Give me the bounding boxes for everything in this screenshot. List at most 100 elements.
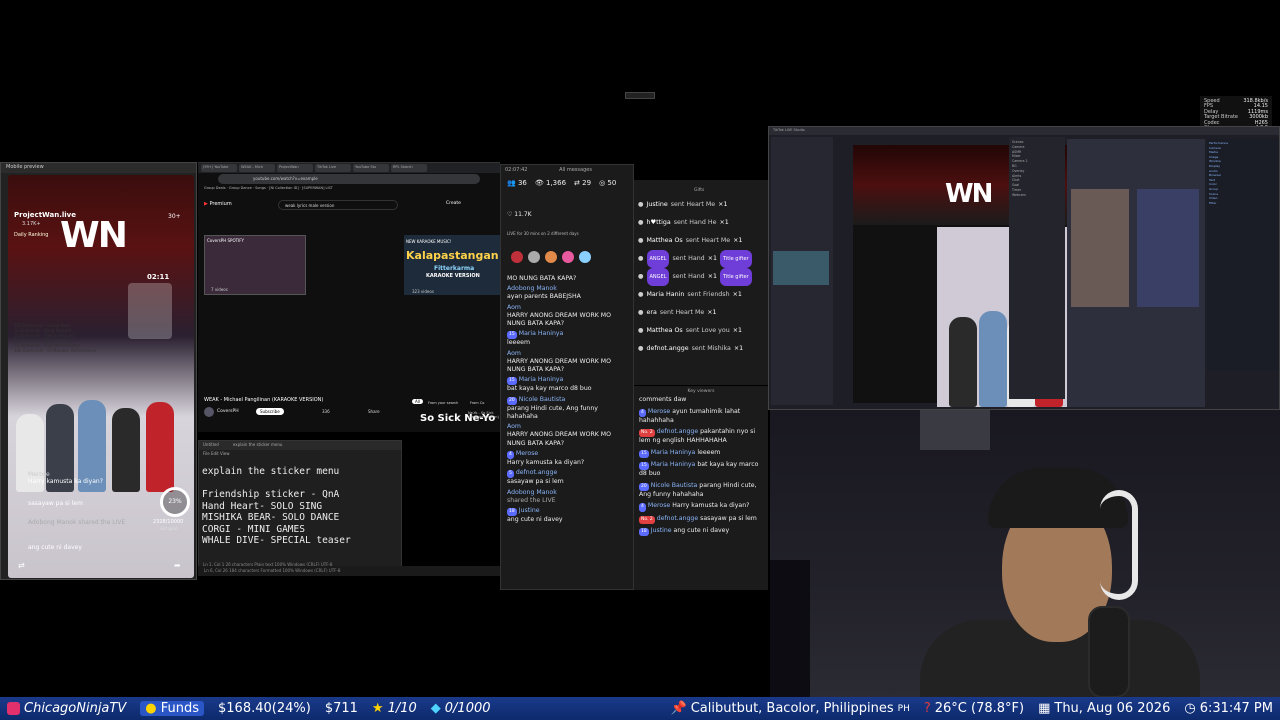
right-item[interactable]: Filter [1209, 201, 1277, 206]
chat-text: shared the LIVE [507, 496, 556, 504]
gift-text: sent Friendsh [687, 291, 730, 298]
gift-tag: ANGEL [646, 250, 670, 268]
phone-stream-view: ProjectWan.live 3.17K+ Daily Ranking 30+… [8, 175, 194, 578]
gift-item: ● defnot.angge sent Mishika ×1 [638, 340, 764, 358]
search-input[interactable]: weak lyrics male version [278, 200, 398, 210]
chat-text: HARRY ANONG DREAM WORK MO NUNG BATA KAPA… [507, 357, 611, 374]
gift-count: ×1 [707, 255, 717, 262]
corgi-icon [545, 251, 557, 263]
key-viewer-name[interactable]: Justine [651, 527, 674, 534]
whale-icon [579, 251, 591, 263]
youtube-icon[interactable]: ▶ [204, 201, 208, 207]
lamp [920, 410, 990, 450]
filter-all[interactable]: All [412, 399, 423, 404]
browser-tab[interactable]: TikTok Live [315, 164, 351, 172]
filter-from[interactable]: From Co [470, 401, 484, 405]
key-viewer-name[interactable]: Merose [648, 408, 672, 415]
side-video-meta: Ne-Yo - So Sick (Karaoke version) [468, 411, 499, 419]
gift-text: sent Mishika [691, 345, 731, 352]
key-viewer-name[interactable]: Maria Haninya [651, 461, 698, 468]
gift-item: ● h♥ttiga sent Hand He ×1 [638, 214, 764, 232]
window-handle[interactable] [625, 92, 655, 99]
karaoke-thumbnail[interactable]: NEW KARAOKE MUSIC! Kalapastangan Fitterk… [404, 235, 500, 295]
playlist-thumbnail[interactable]: CoversPH SPOTIFY 7 videos [204, 235, 306, 295]
gift-count: ×1 [719, 219, 729, 226]
browser-tab[interactable]: ProjectWan [277, 164, 313, 172]
key-viewer-name[interactable]: defnot.angge [657, 515, 700, 522]
address-bar[interactable]: youtube.com/watch?v=example [218, 174, 480, 184]
browser-tab[interactable]: (99+) YouTube [201, 164, 237, 172]
notepad-tab-2[interactable]: explain the sticker menu [233, 442, 283, 447]
level-badge: 15 [639, 462, 649, 471]
create-button[interactable]: Create [446, 201, 461, 206]
chat-username[interactable]: Aom [507, 304, 521, 311]
chat-username[interactable]: defnot.angge [516, 469, 557, 476]
location-item: 📌 Calibutbut, Bacolor, Philippines PH [670, 701, 910, 716]
key-viewer-name[interactable]: defnot.angge [657, 428, 700, 435]
gift-sender[interactable]: h♥ttiga [647, 214, 671, 232]
level-badge: 18 [507, 508, 517, 517]
gift-sender[interactable]: Matthea Os [647, 232, 683, 250]
level-badge: 4 [639, 408, 646, 417]
channel-avatar[interactable] [204, 407, 214, 417]
gift-avatar: ● [638, 291, 644, 298]
filter-search[interactable]: From your search [428, 401, 458, 405]
star-icon: ★ [371, 701, 384, 716]
like-count[interactable]: 336 [322, 409, 330, 414]
bookmarks-bar[interactable]: Group Deals · Group Dance · Songs · [Ni … [198, 185, 500, 193]
gift-goal-label: Gift goal [160, 526, 177, 531]
browser-tab[interactable]: RPL Search [391, 164, 427, 172]
amount: $711 [324, 701, 358, 716]
daily-ranking[interactable]: Daily Ranking [14, 232, 48, 238]
chat-username[interactable]: Merose [516, 450, 538, 457]
sources-list[interactable]: Scenes Camera ASMR Mixer Camera 2 BG Overlay Al… [1009, 137, 1065, 399]
stream-timer: 02:11 [147, 273, 170, 281]
level-badge: 18 [639, 527, 649, 537]
share-icon[interactable]: ⇄ [18, 561, 25, 570]
notepad-menu[interactable]: File Edit View [199, 450, 401, 458]
gift-avatar: ● [638, 345, 644, 352]
key-viewer-name[interactable]: Maria Haninya [651, 449, 698, 456]
key-viewer-name[interactable]: Merose [648, 502, 672, 509]
chat-username[interactable]: Maria Haninya [519, 376, 564, 383]
funds-item: ● Funds [133, 697, 211, 720]
gift-sender[interactable]: defnot.angge [647, 340, 689, 358]
browser-tab[interactable]: YouTube Stu [353, 164, 389, 172]
chat-filter[interactable]: All messages [559, 167, 592, 173]
browser-tab[interactable]: WEAK - Mich [239, 164, 275, 172]
chat-text: ayan parents BABEJSHA [507, 293, 581, 301]
source-item[interactable]: Webcam [1012, 193, 1062, 198]
gift-sender[interactable]: era [647, 304, 657, 322]
chat-text: sasayaw pa si lem [507, 478, 564, 486]
side-monitor [770, 560, 810, 698]
chat-username[interactable]: Aom [507, 423, 521, 430]
gift-sender[interactable]: Maria Hanin [647, 286, 685, 304]
gift-sender[interactable]: Justine [647, 196, 668, 214]
bottom-ticker: ChicagoNinjaTV ● Funds $168.40(24%) $711… [0, 697, 1280, 720]
chat-username[interactable]: Adobong Manok [507, 285, 557, 292]
channel-name[interactable]: CoversPH [217, 409, 239, 414]
subscribe-button[interactable]: Subscribe [256, 408, 284, 415]
chat-username[interactable]: Aom [507, 350, 521, 357]
chat-message: 18 Justine ang cute ni davey [507, 507, 629, 524]
notepad-text[interactable]: explain the sticker menu Friendship stic… [199, 458, 401, 555]
gift-sender[interactable]: Matthea Os [647, 322, 683, 340]
key-viewer-message: comments daw [639, 396, 763, 404]
chat-username[interactable]: Justine [519, 507, 540, 514]
chat-username[interactable]: Adobong Manok [507, 489, 557, 496]
viewer-count: 30+ [168, 213, 181, 220]
share-button[interactable]: Share [368, 409, 380, 414]
gift-avatar: ● [638, 237, 644, 244]
chat-username[interactable]: Nicole Bautista [519, 396, 566, 403]
chat-message: 15 Maria Haninya leeeem [507, 330, 629, 347]
key-viewer-text: leeeem [697, 448, 721, 456]
chat-message: 20 Nicole Bautista parang Hindi cute, Ang… [507, 396, 629, 422]
chat-username[interactable]: Maria Haninya [519, 330, 564, 337]
key-viewer-message: 18 Justine ang cute ni davey [639, 527, 763, 537]
game-thumbnail[interactable] [773, 251, 829, 285]
weather-item: ? 26°C (78.8°F) [923, 701, 1025, 716]
notepad-tab-1[interactable]: Untitled [203, 442, 219, 447]
gifts-stat: ◎ 50 [599, 179, 617, 187]
forward-icon[interactable]: ➦ [174, 561, 181, 570]
key-viewer-name[interactable]: Nicole Bautista [651, 482, 700, 489]
